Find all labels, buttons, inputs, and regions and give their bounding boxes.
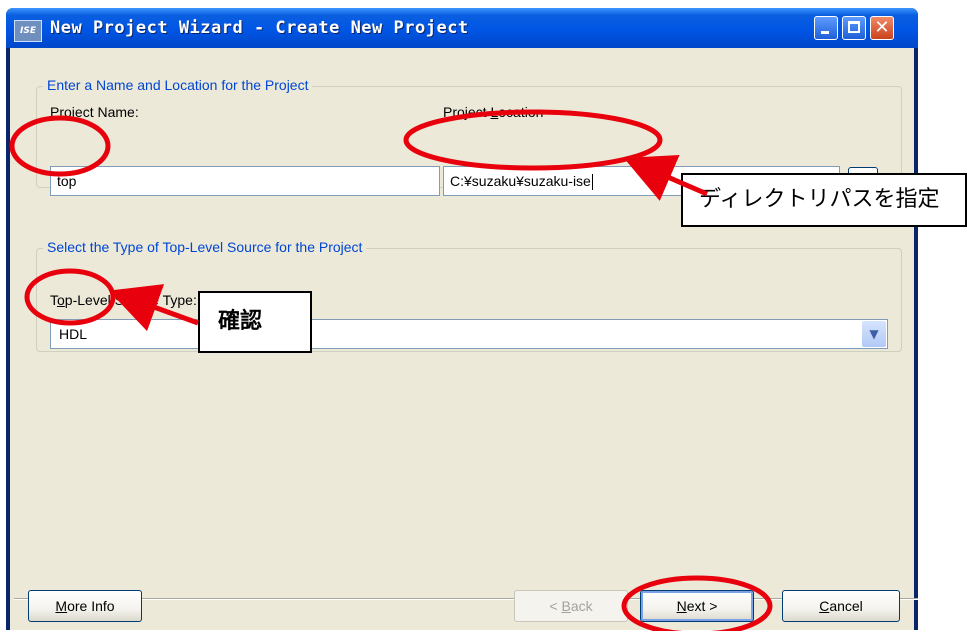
- dialog-body: Enter a Name and Location for the Projec…: [10, 48, 918, 630]
- directory-callout: ディレクトリパスを指定: [681, 173, 967, 227]
- title-bar[interactable]: ISE New Project Wizard - Create New Proj…: [6, 8, 918, 48]
- source-type-group-title: Select the Type of Top-Level Source for …: [43, 239, 367, 255]
- minimize-icon: [821, 31, 829, 34]
- close-icon: ✕: [874, 17, 890, 38]
- cancel-button[interactable]: Cancel: [782, 590, 900, 622]
- project-location-label: Project Location: [443, 104, 544, 120]
- chevron-down-icon[interactable]: ▼: [862, 321, 886, 347]
- source-type-select[interactable]: HDL ▼: [50, 319, 888, 349]
- maximize-button[interactable]: [842, 16, 866, 40]
- project-name-label: Project Name:: [50, 104, 139, 120]
- minimize-button[interactable]: [814, 16, 838, 40]
- wizard-window: ISE New Project Wizard - Create New Proj…: [6, 8, 918, 630]
- confirm-callout: 確認: [198, 291, 312, 353]
- window-title: New Project Wizard - Create New Project: [50, 18, 469, 38]
- ise-app-icon: ISE: [14, 20, 42, 42]
- maximize-icon: [848, 21, 860, 33]
- source-type-value: HDL: [59, 326, 88, 342]
- project-name-input[interactable]: top: [50, 166, 440, 196]
- text-caret: [591, 174, 593, 191]
- close-button[interactable]: ✕: [870, 16, 894, 40]
- more-info-button[interactable]: More Info: [28, 590, 142, 622]
- next-button[interactable]: Next >: [640, 590, 754, 622]
- back-button[interactable]: < Back: [514, 590, 628, 622]
- source-type-label: Top-Level Source Type:: [50, 292, 197, 308]
- name-location-group-title: Enter a Name and Location for the Projec…: [43, 77, 313, 93]
